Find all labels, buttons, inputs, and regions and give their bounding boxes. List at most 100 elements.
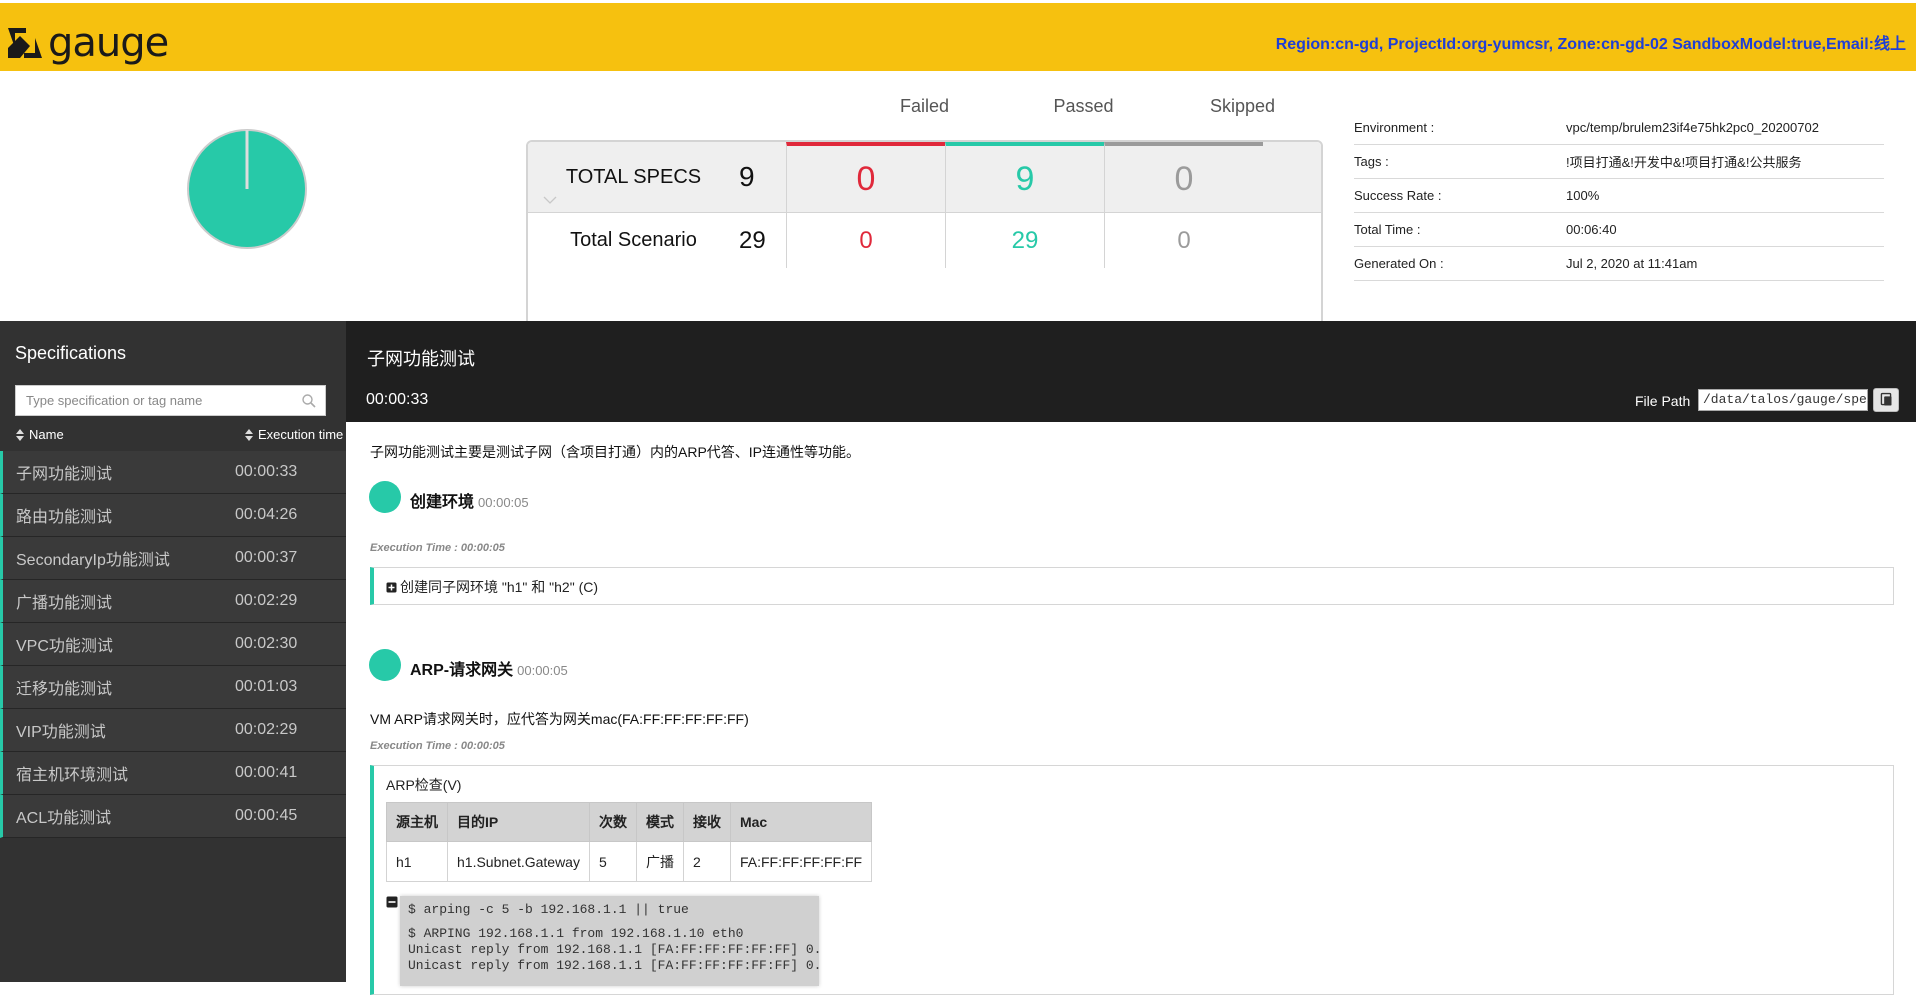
scenarios-failed-count: 0 xyxy=(786,213,945,268)
spec-description: 子网功能测试主要是测试子网（含项目打通）内的ARP代答、IP连通性等功能。 xyxy=(370,444,861,460)
meta-key: Environment : xyxy=(1354,120,1435,135)
spec-list-item[interactable]: 迁移功能测试 00:01:03 xyxy=(0,666,346,709)
console-line: $ ARPING 192.168.1.1 from 192.168.1.10 e… xyxy=(408,926,744,941)
spec-name: 宿主机环境测试 xyxy=(16,767,129,784)
scenarios-row: Total Scenario 29 0 29 0 xyxy=(528,213,1321,268)
pie-chart xyxy=(187,129,307,249)
total-scenario-label: Total Scenario xyxy=(570,229,697,251)
execution-time: Execution Time : 00:00:05 xyxy=(370,542,505,554)
spec-list-item[interactable]: 路由功能测试 00:04:26 xyxy=(0,494,346,537)
total-specs-label: TOTAL SPECS xyxy=(528,142,739,212)
sort-by-execution-time[interactable]: Execution time xyxy=(244,427,343,442)
step-text[interactable]: 创建同子网环境 "h1" 和 "h2" (C) xyxy=(386,579,598,595)
spec-header: 子网功能测试 00:00:33 File Path /data/talos/ga… xyxy=(346,321,1916,422)
spec-name: 路由功能测试 xyxy=(16,509,113,526)
specs-skipped-count[interactable]: 0 xyxy=(1104,142,1263,212)
spec-name: VIP功能测试 xyxy=(16,724,106,741)
table-header-row: 源主机 目的IP 次数 模式 接收 Mac xyxy=(386,802,873,842)
copy-icon[interactable] xyxy=(1873,388,1899,412)
sidebar-title: Specifications xyxy=(15,343,127,363)
spec-time: 00:02:30 xyxy=(235,635,298,652)
meta-success-rate: Success Rate : 100% xyxy=(1354,179,1884,213)
scenario-name: ARP-请求网关 xyxy=(410,662,514,679)
arp-table: 源主机 目的IP 次数 模式 接收 Mac h1 h1.Subnet.Gatew… xyxy=(386,802,873,882)
console-command: $ arping -c 5 -b 192.168.1.1 || true xyxy=(408,902,689,917)
scenario-title[interactable]: ARP-请求网关 00:00:05 xyxy=(410,656,568,680)
scenario-title[interactable]: 创建环境 00:00:05 xyxy=(410,488,529,512)
passed-header: Passed xyxy=(1053,96,1114,116)
table-header: 目的IP xyxy=(447,802,590,842)
console-line: Unicast reply from 192.168.1.1 [FA:FF:FF… xyxy=(408,942,819,957)
summary-panel: Failed Passed Skipped TOTAL SPECS 9 0 9 … xyxy=(0,71,1916,339)
sort-by-name[interactable]: Name xyxy=(15,427,64,442)
environment-info: Region:cn-gd, ProjectId:org-yumcsr, Zone… xyxy=(1275,36,1906,53)
meta-key: Tags : xyxy=(1354,154,1389,169)
sort-icon xyxy=(245,428,253,441)
meta-key: Total Time : xyxy=(1354,222,1421,237)
table-header: 接收 xyxy=(682,802,731,842)
spec-list-item[interactable]: SecondaryIp功能测试 00:00:37 xyxy=(0,537,346,580)
step-label: 创建同子网环境 "h1" 和 "h2" (C) xyxy=(400,579,599,595)
table-cell: FA:FF:FF:FF:FF:FF xyxy=(729,841,873,882)
table-cell: h1 xyxy=(386,841,448,882)
meta-value: Jul 2, 2020 at 11:41am xyxy=(1566,256,1698,271)
spec-list-item[interactable]: 广播功能测试 00:02:29 xyxy=(0,580,346,623)
search-icon[interactable] xyxy=(301,393,317,409)
collapse-icon[interactable] xyxy=(386,896,398,908)
meta-value: 100% xyxy=(1566,188,1600,203)
chevron-down-icon[interactable] xyxy=(542,192,558,208)
specs-failed-count[interactable]: 0 xyxy=(786,142,945,212)
spec-time: 00:00:33 xyxy=(235,463,298,480)
meta-value: vpc/temp/brulem23if4e75hk2pc0_20200702 xyxy=(1566,120,1819,135)
table-header: Mac xyxy=(729,802,873,842)
console-line: Unicast reply from 192.168.1.1 [FA:FF:FF… xyxy=(408,958,819,973)
specs-passed-count[interactable]: 9 xyxy=(945,142,1104,212)
meta-value: !项目打通&!开发中&!项目打通&!公共服务 xyxy=(1566,155,1802,170)
scenarios-skipped-count: 0 xyxy=(1104,213,1263,268)
table-header: 次数 xyxy=(588,802,637,842)
expand-icon[interactable] xyxy=(386,582,397,593)
spec-name: 迁移功能测试 xyxy=(16,681,113,698)
spec-time: 00:02:29 xyxy=(235,721,298,738)
spec-time: 00:01:03 xyxy=(235,678,298,695)
spec-time: 00:00:45 xyxy=(235,807,298,824)
step-box: ARP检查(V) 源主机 目的IP 次数 模式 接收 Mac h1 h1.Sub… xyxy=(370,765,1894,995)
spec-list-item[interactable]: ACL功能测试 00:00:45 xyxy=(0,795,346,838)
file-path-field[interactable]: /data/talos/gauge/spe xyxy=(1698,389,1868,411)
table-cell: 2 xyxy=(682,841,731,882)
spec-name: 广播功能测试 xyxy=(16,595,113,612)
table-header: 模式 xyxy=(635,802,684,842)
table-header: 源主机 xyxy=(386,802,448,842)
spec-name: SecondaryIp功能测试 xyxy=(16,552,170,569)
spec-list-item[interactable]: VIP功能测试 00:02:29 xyxy=(0,709,346,752)
scenario-time: 00:00:05 xyxy=(478,495,529,510)
logo-text: gauge xyxy=(48,20,169,66)
spec-time: 00:04:26 xyxy=(235,506,298,523)
spec-list-item[interactable]: VPC功能测试 00:02:30 xyxy=(0,623,346,666)
meta-generated-on: Generated On : Jul 2, 2020 at 11:41am xyxy=(1354,247,1884,281)
total-scenario-count: 29 xyxy=(739,226,766,254)
spec-list-item[interactable]: 宿主机环境测试 00:00:41 xyxy=(0,752,346,795)
meta-total-time: Total Time : 00:06:40 xyxy=(1354,213,1884,247)
total-specs-text: TOTAL SPECS xyxy=(565,165,702,188)
specs-row: TOTAL SPECS 9 0 9 0 xyxy=(528,142,1321,213)
specifications-sidebar: Specifications Name Execution time 子网功能测… xyxy=(0,321,346,982)
step-box: 创建同子网环境 "h1" 和 "h2" (C) xyxy=(370,567,1894,605)
table-row: h1 h1.Subnet.Gateway 5 广播 2 FA:FF:FF:FF:… xyxy=(386,841,873,882)
gauge-logo[interactable]: gauge xyxy=(6,20,169,66)
top-header: gauge Region:cn-gd, ProjectId:org-yumcsr… xyxy=(0,0,1916,71)
execution-time: Execution Time : 00:00:05 xyxy=(370,740,505,752)
scenario-time: 00:00:05 xyxy=(517,663,568,678)
sort-icon xyxy=(16,428,24,441)
report-metadata: Environment : vpc/temp/brulem23if4e75hk2… xyxy=(1354,111,1884,281)
spec-search-input[interactable] xyxy=(16,386,286,415)
total-specs-count: 9 xyxy=(739,161,755,192)
spec-time: 00:00:37 xyxy=(235,549,298,566)
meta-key: Generated On : xyxy=(1354,256,1444,271)
console-output: $ arping -c 5 -b 192.168.1.1 || true $ A… xyxy=(400,896,819,986)
scenario-description: VM ARP请求网关时，应代答为网关mac(FA:FF:FF:FF:FF:FF) xyxy=(370,711,749,727)
scenario-name: 创建环境 xyxy=(410,494,475,511)
meta-key: Success Rate : xyxy=(1354,188,1442,203)
spec-list-item[interactable]: 子网功能测试 00:00:33 xyxy=(0,451,346,494)
scenario-status-dot xyxy=(369,481,401,513)
